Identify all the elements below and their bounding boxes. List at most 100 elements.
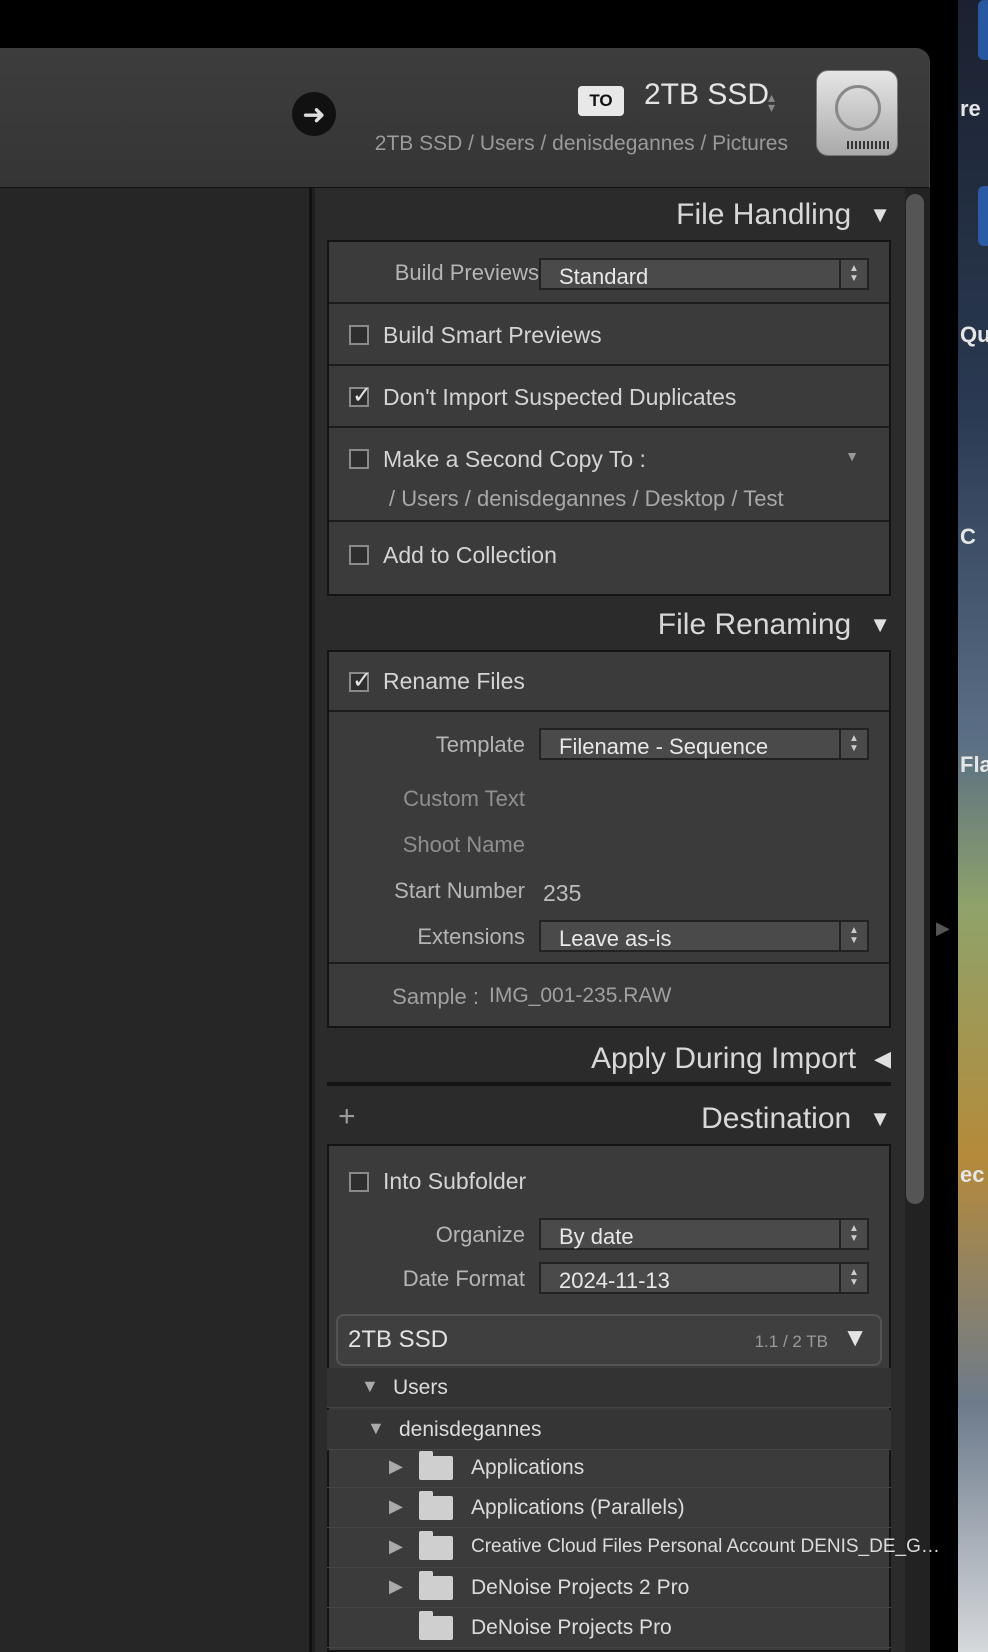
build-previews-select[interactable]: Standard ▲ ▼ bbox=[539, 258, 869, 290]
volume-capacity: 1.1 / 2 TB bbox=[754, 1332, 828, 1351]
sample-value: IMG_001-235.RAW bbox=[489, 984, 672, 1007]
background-text-fragment: ec bbox=[960, 1162, 985, 1187]
tree-row-users[interactable]: ▼ Users bbox=[327, 1368, 891, 1408]
folder-row[interactable]: ▶ Creative Cloud Files Personal Account … bbox=[327, 1528, 940, 1568]
background-widget bbox=[978, 186, 988, 246]
destination-section-header[interactable]: Destination ▼ bbox=[315, 1092, 905, 1146]
second-copy-path: / Users / denisdegannes / Desktop / Test bbox=[389, 486, 784, 511]
file-renaming-header[interactable]: File Renaming ▼ bbox=[315, 598, 905, 652]
select-value: Leave as-is bbox=[559, 926, 672, 951]
select-stepper-icon: ▲ ▼ bbox=[839, 730, 867, 758]
destination-stepper-icon[interactable]: ▴ ▾ bbox=[768, 90, 775, 114]
organize-select[interactable]: By date ▲ ▼ bbox=[539, 1218, 869, 1250]
collapse-triangle-icon[interactable]: ▼ bbox=[869, 612, 891, 638]
folder-row[interactable]: DeNoise Projects Pro bbox=[327, 1608, 891, 1648]
desktop-background: re Que C Fla ec bbox=[958, 0, 988, 1652]
folder-name: DeNoise Projects Pro bbox=[471, 1616, 672, 1639]
section-title: Destination bbox=[701, 1102, 852, 1135]
folder-name: Applications (Parallels) bbox=[471, 1496, 685, 1519]
grid-pane bbox=[0, 188, 312, 1652]
into-subfolder-row[interactable]: Into Subfolder bbox=[329, 1146, 889, 1216]
into-subfolder-label: Into Subfolder bbox=[383, 1168, 527, 1194]
into-subfolder-checkbox[interactable] bbox=[349, 1172, 369, 1192]
folder-icon bbox=[419, 1611, 453, 1640]
select-value: By date bbox=[559, 1224, 634, 1249]
file-handling-header[interactable]: File Handling ▼ bbox=[315, 188, 905, 242]
destination-path: 2TB SSD / Users / denisdegannes / Pictur… bbox=[374, 132, 788, 155]
extensions-select[interactable]: Leave as-is ▲ ▼ bbox=[539, 920, 869, 952]
rename-files-row[interactable]: Rename Files bbox=[329, 652, 889, 712]
volume-header[interactable]: 2TB SSD 1.1 / 2 TB ▼ bbox=[336, 1314, 882, 1366]
file-handling-box: Build Previews Standard ▲ ▼ Build Smart P… bbox=[327, 240, 891, 596]
collapse-triangle-icon[interactable]: ▼ bbox=[869, 1106, 891, 1132]
collapsed-triangle-icon[interactable]: ▶ bbox=[389, 1496, 403, 1517]
collapse-triangle-icon[interactable]: ▼ bbox=[869, 202, 891, 228]
folder-name: DeNoise Projects 2 Pro bbox=[471, 1576, 690, 1599]
add-to-collection-row[interactable]: Add to Collection bbox=[329, 522, 889, 596]
desktop-top-bar bbox=[0, 0, 958, 48]
section-title: File Renaming bbox=[657, 608, 852, 641]
duplicates-row[interactable]: Don't Import Suspected Duplicates bbox=[329, 366, 889, 428]
tree-row-user[interactable]: ▼ denisdegannes bbox=[327, 1410, 891, 1450]
folder-row[interactable]: ▶ Applications (Parallels) bbox=[327, 1488, 891, 1528]
build-previews-label: Build Previews bbox=[394, 260, 539, 285]
section-title: File Handling bbox=[676, 198, 852, 231]
collapsed-triangle-icon[interactable]: ▶ bbox=[389, 1536, 403, 1557]
folder-icon bbox=[419, 1531, 453, 1560]
extensions-label: Extensions bbox=[417, 924, 525, 949]
build-smart-previews-label: Build Smart Previews bbox=[383, 322, 602, 348]
destination-header: ➜ TO 2TB SSD ▴ ▾ 2TB SSD / Users / denisd… bbox=[0, 48, 929, 188]
collapsed-triangle-icon[interactable]: ▶ bbox=[389, 1456, 403, 1477]
folder-name: Creative Cloud Files Personal Account DE… bbox=[471, 1536, 940, 1557]
template-select[interactable]: Filename - Sequence ▲ ▼ bbox=[539, 728, 869, 760]
tree-label: denisdegannes bbox=[399, 1418, 542, 1441]
add-to-collection-checkbox[interactable] bbox=[349, 545, 369, 565]
dont-import-duplicates-checkbox[interactable] bbox=[349, 381, 372, 410]
background-text-fragment: Que bbox=[960, 322, 988, 347]
select-stepper-icon: ▲ ▼ bbox=[839, 1220, 867, 1248]
collapse-triangle-icon[interactable]: ▼ bbox=[842, 1322, 868, 1353]
select-value: Filename - Sequence bbox=[559, 734, 769, 759]
expanded-triangle-icon[interactable]: ▼ bbox=[361, 1376, 379, 1397]
organize-label: Organize bbox=[435, 1222, 525, 1247]
folder-row[interactable]: ▶ Applications bbox=[327, 1448, 891, 1488]
background-text-fragment: Fla bbox=[960, 752, 988, 777]
folder-name: Applications bbox=[471, 1456, 585, 1479]
background-widget bbox=[978, 0, 988, 60]
select-value: 2024-11-13 bbox=[559, 1268, 670, 1293]
folder-icon bbox=[419, 1491, 453, 1520]
disk-vent bbox=[847, 141, 891, 149]
collapsed-triangle-icon[interactable]: ▶ bbox=[389, 1576, 403, 1597]
destination-volume-name[interactable]: 2TB SSD bbox=[644, 78, 769, 112]
tree-label: Users bbox=[393, 1376, 448, 1399]
divider bbox=[329, 962, 889, 964]
second-copy-checkbox[interactable] bbox=[349, 449, 369, 469]
background-text-fragment: C bbox=[960, 524, 976, 549]
rename-files-label: Rename Files bbox=[383, 668, 525, 694]
template-label: Template bbox=[435, 732, 525, 757]
disk-platter bbox=[835, 85, 881, 131]
date-format-select[interactable]: 2024-11-13 ▲ ▼ bbox=[539, 1262, 869, 1294]
date-format-label: Date Format bbox=[402, 1266, 525, 1291]
hard-drive-icon bbox=[816, 70, 898, 156]
shoot-name-label: Shoot Name bbox=[402, 832, 525, 857]
arrow-right-icon[interactable]: ➜ bbox=[292, 92, 336, 136]
dropdown-caret-icon[interactable]: ▼ bbox=[845, 448, 859, 464]
rename-files-checkbox[interactable] bbox=[349, 666, 372, 695]
section-divider bbox=[327, 1082, 891, 1086]
expand-triangle-icon[interactable]: ◀ bbox=[874, 1046, 891, 1072]
start-number-field[interactable]: 235 bbox=[543, 880, 581, 907]
panel-collapse-icon[interactable]: ▶ bbox=[936, 918, 950, 939]
build-smart-previews-row[interactable]: Build Smart Previews bbox=[329, 304, 889, 366]
select-stepper-icon: ▲ ▼ bbox=[839, 922, 867, 950]
start-number-label: Start Number bbox=[394, 878, 525, 903]
background-text-fragment: re bbox=[960, 96, 981, 121]
expanded-triangle-icon[interactable]: ▼ bbox=[367, 1418, 385, 1439]
scrollbar-thumb[interactable] bbox=[906, 194, 924, 1204]
volume-name: 2TB SSD bbox=[348, 1326, 449, 1353]
apply-during-import-header[interactable]: Apply During Import ◀ bbox=[315, 1032, 905, 1086]
second-copy-row[interactable]: Make a Second Copy To : ▼ / Users / deni… bbox=[329, 428, 889, 522]
build-smart-previews-checkbox[interactable] bbox=[349, 325, 369, 345]
folder-row[interactable]: ▶ DeNoise Projects 2 Pro bbox=[327, 1568, 891, 1608]
folder-icon bbox=[419, 1571, 453, 1600]
